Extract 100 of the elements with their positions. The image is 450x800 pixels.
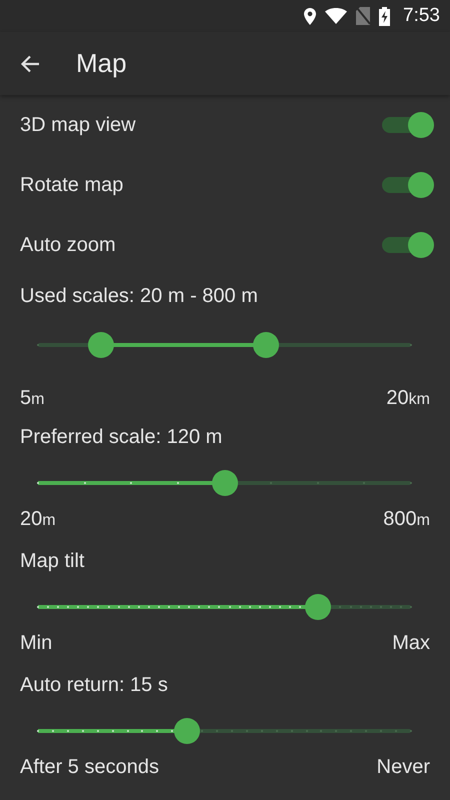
tick-mark [126,730,129,732]
tick-mark [158,606,160,608]
tick-mark [47,606,50,608]
tick-mark [130,482,132,484]
no-sim-icon [356,7,370,25]
tick-mark [37,482,39,484]
tick-mark [141,730,144,732]
slider-thumb[interactable] [174,718,200,744]
tick-mark [316,482,319,484]
tick-mark [276,730,278,732]
battery-icon [379,6,390,26]
tick-mark [67,606,70,608]
screen-title: Map [76,48,127,79]
tick-mark [400,606,402,608]
tick-mark [258,606,261,608]
tick-mark [66,730,69,732]
location-icon [304,8,316,24]
toggle-switch[interactable] [380,112,434,138]
slider-thumb[interactable] [212,470,238,496]
tick-mark [77,606,80,608]
tick-mark [238,606,241,608]
tick-mark [128,606,130,608]
setting-label: Auto return: 15 s [19,673,169,698]
setting-label: 3D map view [20,114,136,136]
tick-mark [171,730,174,732]
toggle-switch[interactable] [380,172,434,198]
tick-mark [96,730,99,732]
tick-mark [84,482,86,484]
tick-mark [410,344,412,346]
tick-mark [390,606,392,608]
tick-mark [112,730,114,732]
tick-mark [335,730,338,732]
tick-mark [148,606,150,608]
wifi-icon [325,8,348,24]
slider-thumb[interactable] [88,332,114,358]
max-value-label: 20km [386,386,430,410]
tick-mark [176,482,179,484]
tick-mark [299,606,302,608]
tick-mark [370,606,372,608]
tick-mark [178,606,180,608]
tick-mark [395,730,398,732]
tick-mark [52,730,54,732]
tick-mark [246,730,248,732]
tick-mark [410,482,412,484]
tick-mark [216,730,218,732]
tick-mark [380,730,382,732]
tick-mark [37,730,39,732]
tick-mark [320,730,322,732]
tick-mark [156,730,158,732]
tick-mark [410,606,412,608]
setting-label: Map tilt [19,549,86,574]
tick-mark [278,606,281,608]
tick-mark [290,730,293,732]
tick-mark [248,606,251,608]
max-value-label: 800m [383,508,430,530]
min-value-label: Min [20,632,52,654]
toggle-switch[interactable] [380,232,434,258]
back-arrow-icon [20,54,40,72]
tick-mark [350,606,352,608]
tick-mark [410,730,412,732]
tick-mark [208,606,210,608]
tick-mark [138,606,140,608]
max-value-label: Max [392,632,430,654]
tick-mark [289,606,292,608]
tick-mark [260,730,263,732]
tick-mark [108,606,110,608]
slider-thumb[interactable] [252,332,279,358]
tick-mark [37,606,39,608]
slider-thumb[interactable] [304,594,331,620]
tick-mark [37,344,39,346]
setting-label: Auto zoom [20,234,116,256]
tick-mark [168,606,170,608]
setting-label: Used scales: 20 m - 800 m [19,284,259,309]
tick-mark [82,730,84,732]
tick-mark [228,606,231,608]
min-value-label: 20m [20,508,56,530]
tick-mark [97,606,100,608]
setting-label: Rotate map [20,174,124,196]
tick-mark [201,730,204,732]
tick-mark [380,606,382,608]
tick-mark [270,482,272,484]
tick-mark [365,730,368,732]
min-value-label: 5m [20,386,44,410]
tick-mark [198,606,200,608]
tick-mark [218,606,220,608]
tick-mark [87,606,90,608]
min-value-label: After 5 seconds [20,756,159,778]
tick-mark [360,606,362,608]
max-value-label: Never [376,756,430,778]
setting-label: Preferred scale: 120 m [19,425,224,450]
tick-mark [339,606,342,608]
tick-mark [350,730,352,732]
tick-mark [268,606,271,608]
tick-mark [57,606,60,608]
tick-mark [230,730,233,732]
clock-time: 7:53 [403,5,440,27]
tick-mark [188,606,190,608]
tick-mark [306,730,308,732]
tick-mark [118,606,120,608]
tick-mark [363,482,366,484]
